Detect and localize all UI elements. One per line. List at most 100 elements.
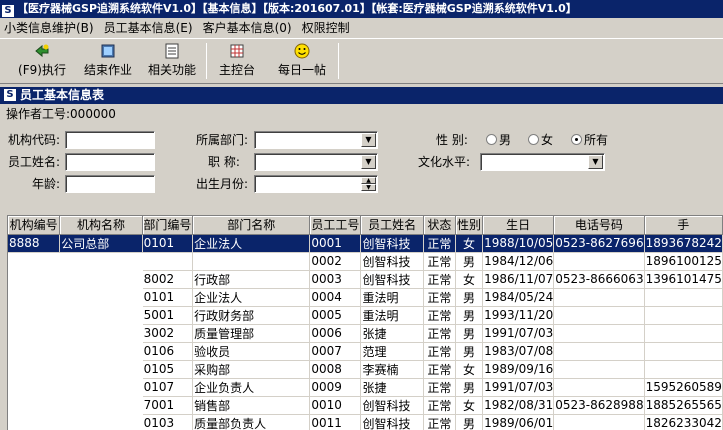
chevron-down-icon[interactable]: ▼ xyxy=(588,155,603,169)
panel-title-bar: S 员工基本信息表 xyxy=(0,87,723,104)
table-cell: 创智科技 xyxy=(360,234,424,253)
table-cell: 1885265565 xyxy=(644,396,723,415)
table-cell xyxy=(8,288,60,306)
chevron-down-icon[interactable]: ▼ xyxy=(361,155,376,169)
main-console-button[interactable]: 主控台 xyxy=(212,43,262,81)
table-cell: 女 xyxy=(455,270,484,289)
education-select[interactable]: ▼ xyxy=(480,153,605,171)
employee-grid[interactable]: 机构编号 机构名称 部门编号 部门名称 员工工号 员工姓名 状态 性别 生日 电话号码手 8888… xyxy=(7,215,723,430)
table-row[interactable]: 0101 企业法人 0004 重法明 正常男 1984/05/24 xyxy=(8,288,723,307)
column-header[interactable]: 员工姓名 xyxy=(360,216,424,235)
gender-radio-male[interactable]: 男 xyxy=(486,132,511,148)
table-row[interactable]: 0106 验收员 0007 范理 正常男 1983/07/08 xyxy=(8,342,723,361)
column-header[interactable]: 机构名称 xyxy=(59,216,143,235)
film-icon xyxy=(101,44,115,58)
position-label: 职 称: xyxy=(208,155,240,169)
spin-up-icon[interactable]: ▲ xyxy=(361,177,376,184)
radio-selected-icon xyxy=(571,134,582,145)
education-label: 文化水平: xyxy=(418,155,471,169)
table-row[interactable]: 0103 质量部负责人 0011 创智科技 正常男 1989/06/01 182623304… xyxy=(8,414,723,430)
menubar: 小类信息维护(B) 员工基本信息(E) 客户基本信息(0) 权限控制 xyxy=(0,18,723,38)
column-header[interactable]: 性别 xyxy=(455,216,484,235)
table-cell: 正常 xyxy=(423,252,456,271)
table-cell: 1993/11/20 xyxy=(482,306,555,325)
table-cell xyxy=(60,324,142,342)
menu-category-maintenance[interactable]: 小类信息维护(B) xyxy=(0,18,100,38)
column-header[interactable]: 生日 xyxy=(482,216,555,235)
daily-tip-button[interactable]: 每日一帖 xyxy=(272,43,332,81)
smiley-icon xyxy=(294,43,310,59)
table-cell: 0003 xyxy=(309,270,362,289)
table-cell xyxy=(60,342,142,360)
table-cell: 质量管理部 xyxy=(192,324,311,343)
emp-name-input[interactable] xyxy=(65,153,155,171)
column-header[interactable]: 电话号码 xyxy=(553,216,645,235)
gender-radio-female[interactable]: 女 xyxy=(528,132,553,148)
table-cell: 企业法人 xyxy=(192,234,311,253)
toolbar: (F9)执行 结束作业 相关功能 主控台 每日一帖 xyxy=(0,38,723,84)
column-header[interactable]: 部门编号 xyxy=(142,216,194,235)
table-cell xyxy=(8,396,60,414)
table-cell xyxy=(60,288,142,306)
table-row[interactable]: 5001 行政财务部 0005 重法明 正常男 1993/11/20 xyxy=(8,306,723,325)
gender-radio-all[interactable]: 所有 xyxy=(571,132,608,148)
column-header[interactable]: 机构编号 xyxy=(8,216,61,235)
table-row[interactable]: 0002 创智科技 正常男 1984/12/06 1896100125 xyxy=(8,252,723,271)
column-header[interactable]: 员工工号 xyxy=(309,216,362,235)
age-input[interactable] xyxy=(65,175,155,193)
table-cell: 男 xyxy=(455,342,484,361)
table-cell xyxy=(553,252,645,271)
menu-permission-control[interactable]: 权限控制 xyxy=(298,18,356,38)
table-cell: 1896100125 xyxy=(644,252,723,271)
table-cell: 1982/08/31 xyxy=(482,396,555,415)
table-cell: 创智科技 xyxy=(360,252,424,271)
finish-job-button[interactable]: 结束作业 xyxy=(80,43,136,81)
position-select[interactable]: ▼ xyxy=(254,153,378,171)
table-cell xyxy=(60,270,142,288)
table-cell: 正常 xyxy=(423,360,456,379)
table-cell xyxy=(192,252,311,271)
table-row[interactable]: 0105 采购部 0008 李赛楠 正常女 1989/09/16 xyxy=(8,360,723,379)
dept-select[interactable]: ▼ xyxy=(254,131,378,149)
table-cell: 创智科技 xyxy=(360,270,424,289)
table-cell xyxy=(60,414,142,430)
table-cell: 7001 xyxy=(142,396,194,415)
table-cell: 1986/11/07 xyxy=(482,270,555,289)
window-titlebar: S 【医疗器械GSP追溯系统软件V1.0】【基本信息】【版本:201607.01】… xyxy=(0,0,723,18)
table-cell: 张捷 xyxy=(360,378,424,397)
table-cell: 正常 xyxy=(423,414,456,430)
table-cell: 0006 xyxy=(309,324,362,343)
table-cell: 男 xyxy=(455,306,484,325)
column-header[interactable]: 部门名称 xyxy=(192,216,311,235)
table-cell: 0004 xyxy=(309,288,362,307)
table-cell xyxy=(8,414,60,430)
table-cell: 范理 xyxy=(360,342,424,361)
toolbar-separator xyxy=(206,43,207,79)
table-cell: 正常 xyxy=(423,342,456,361)
table-cell: 重法明 xyxy=(360,288,424,307)
org-code-input[interactable] xyxy=(65,131,155,149)
table-cell xyxy=(644,324,723,343)
table-row[interactable]: 8002 行政部 0003 创智科技 正常女 1986/11/07 0523-8666063… xyxy=(8,270,723,289)
column-header[interactable]: 状态 xyxy=(423,216,456,235)
chevron-down-icon[interactable]: ▼ xyxy=(361,133,376,147)
table-cell: 1826233042 xyxy=(644,414,723,430)
table-row[interactable]: 7001 销售部 0010 创智科技 正常女 1982/08/31 0523-8628988… xyxy=(8,396,723,415)
spin-down-icon[interactable]: ▼ xyxy=(361,184,376,191)
table-row[interactable]: 0107 企业负责人 0009 张捷 正常男 1991/07/03 1595260589 xyxy=(8,378,723,397)
table-header-row: 机构编号 机构名称 部门编号 部门名称 员工工号 员工姓名 状态 性别 生日 电话号码手 xyxy=(8,216,723,235)
related-functions-button[interactable]: 相关功能 xyxy=(144,43,200,81)
table-cell xyxy=(8,306,60,324)
execute-button[interactable]: (F9)执行 xyxy=(12,43,72,81)
column-header[interactable]: 手 xyxy=(644,216,723,235)
menu-employee-info[interactable]: 员工基本信息(E) xyxy=(100,18,199,38)
table-row[interactable]: 8888 公司总部 0101 企业法人 0001 创智科技 正常女 1988/10/05 052… xyxy=(8,234,723,253)
birth-month-spinner[interactable]: ▲ ▼ xyxy=(254,175,378,193)
table-cell: 男 xyxy=(455,288,484,307)
menu-customer-info[interactable]: 客户基本信息(0) xyxy=(199,18,298,38)
table-row[interactable]: 3002 质量管理部 0006 张捷 正常男 1991/07/03 xyxy=(8,324,723,343)
table-cell: 0005 xyxy=(309,306,362,325)
table-cell: 男 xyxy=(455,378,484,397)
table-cell: 正常 xyxy=(423,324,456,343)
panel-title: 员工基本信息表 xyxy=(20,88,105,102)
